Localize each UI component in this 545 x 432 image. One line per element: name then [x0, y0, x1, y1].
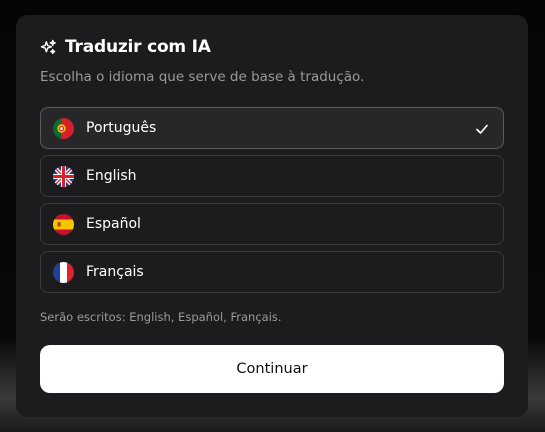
- dialog-header: Traduzir com IA: [40, 37, 211, 57]
- language-list: Português English Español Français: [40, 107, 504, 299]
- check-icon: [475, 121, 489, 140]
- spain-flag-icon: [53, 213, 74, 235]
- france-flag-icon: [53, 261, 74, 283]
- language-option-espanol[interactable]: Español: [40, 203, 504, 245]
- output-languages-note: Serão escritos: English, Español, França…: [40, 310, 282, 324]
- language-label: Español: [86, 216, 141, 232]
- dialog-title: Traduzir com IA: [65, 37, 211, 57]
- sparkles-icon: [40, 39, 57, 56]
- language-option-english[interactable]: English: [40, 155, 504, 197]
- dialog-subtitle: Escolha o idioma que serve de base à tra…: [40, 69, 365, 85]
- language-option-francais[interactable]: Français: [40, 251, 504, 293]
- continue-button[interactable]: Continuar: [40, 345, 504, 393]
- language-option-portugues[interactable]: Português: [40, 107, 504, 149]
- language-label: English: [86, 168, 137, 184]
- uk-flag-icon: [53, 165, 74, 187]
- language-label: Português: [86, 120, 157, 136]
- portugal-flag-icon: [53, 117, 74, 139]
- language-label: Français: [86, 264, 144, 280]
- translate-dialog: Traduzir com IA Escolha o idioma que ser…: [16, 15, 528, 417]
